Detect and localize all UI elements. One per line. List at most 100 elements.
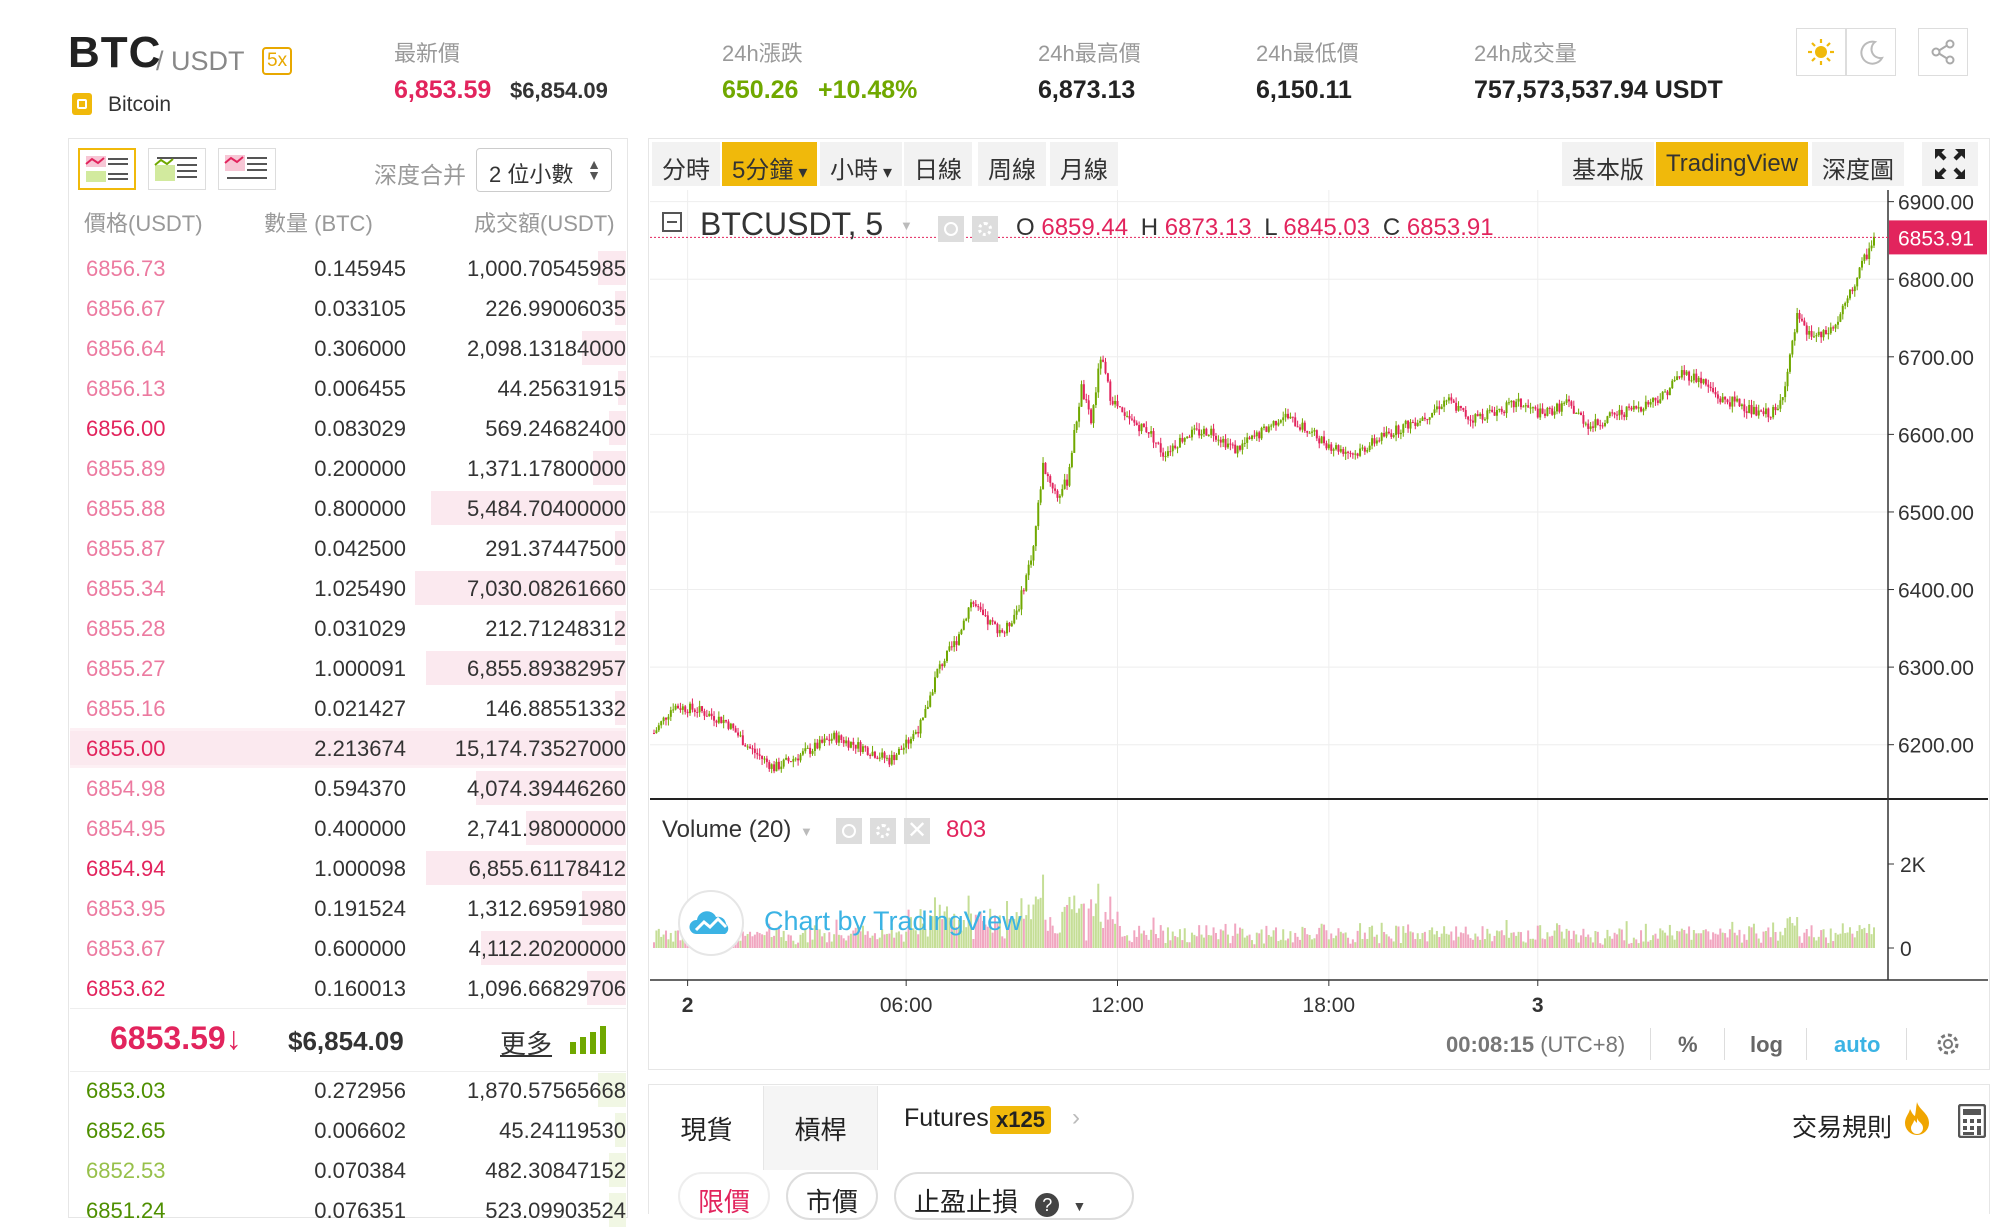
ask-row[interactable]: 6855.27 1.000091 6,855.89382957: [70, 648, 626, 688]
ask-row[interactable]: 6855.88 0.800000 5,484.70400000: [70, 488, 626, 528]
depth-select[interactable]: 2 位小數 ▲ ▼: [476, 148, 612, 192]
volume-bar: [1114, 923, 1117, 948]
tab-futures[interactable]: Futures: [904, 1104, 989, 1133]
trading-rules-link[interactable]: 交易規則: [1792, 1108, 1892, 1144]
candle: [804, 742, 807, 754]
volume-bar: [1769, 937, 1772, 948]
eye-icon[interactable]: [938, 216, 964, 242]
candle: [1558, 399, 1561, 414]
tab-spot[interactable]: 現貨: [650, 1086, 764, 1170]
bid-row[interactable]: 6852.53 0.070384 482.30847152: [70, 1150, 626, 1190]
volume-bar: [1265, 925, 1268, 948]
volume-legend[interactable]: Volume (20): [662, 816, 791, 844]
interval-tab-day[interactable]: 日線: [904, 142, 972, 186]
ask-row[interactable]: 6856.64 0.306000 2,098.13184000: [70, 328, 626, 368]
bid-row[interactable]: 6852.65 0.006602 45.24119530: [70, 1110, 626, 1150]
candle: [1515, 398, 1518, 413]
candle: [960, 628, 963, 636]
ask-row[interactable]: 6855.00 2.213674 15,174.73527000: [70, 728, 626, 768]
dark-theme-button[interactable]: [1846, 28, 1896, 76]
collapse-legend-icon[interactable]: [662, 212, 682, 232]
fullscreen-icon: [1935, 149, 1965, 179]
volume-settings-icon[interactable]: [870, 818, 896, 844]
candle: [945, 650, 948, 664]
interval-tab-hour[interactable]: 小時 ▾: [820, 142, 903, 186]
ask-row[interactable]: 6855.28 0.031029 212.71248312: [70, 608, 626, 648]
symbol-dropdown-icon[interactable]: ▼: [900, 218, 913, 233]
ask-row[interactable]: 6855.87 0.042500 291.37447500: [70, 528, 626, 568]
row-total: 1,371.17800000: [466, 456, 626, 481]
fullscreen-button[interactable]: [1922, 142, 1978, 186]
ask-row[interactable]: 6853.67 0.600000 4,112.20200000: [70, 928, 626, 968]
chevron-down-icon[interactable]: ▼: [1072, 1198, 1086, 1214]
candle: [761, 755, 764, 765]
volume-bar: [1190, 932, 1193, 948]
candle: [1596, 418, 1599, 426]
candle: [1426, 418, 1429, 425]
volume-dropdown-icon[interactable]: ▼: [800, 824, 813, 839]
log-toggle[interactable]: log: [1750, 1032, 1783, 1058]
interval-tab-week[interactable]: 周線: [978, 142, 1046, 186]
settings-small-icon[interactable]: [972, 216, 998, 242]
more-link[interactable]: 更多: [500, 1024, 552, 1061]
ask-row[interactable]: 6855.34 1.025490 7,030.08261660: [70, 568, 626, 608]
ask-row[interactable]: 6853.62 0.160013 1,096.66829706: [70, 968, 626, 1008]
chart-grid: [650, 190, 1888, 980]
volume-bar: [1390, 938, 1393, 948]
volume-close-icon[interactable]: ✕: [904, 818, 930, 844]
volume-bar: [1820, 930, 1823, 948]
ask-row[interactable]: 6853.95 0.191524 1,312.69591980: [70, 888, 626, 928]
candle: [1150, 426, 1153, 438]
tab-margin[interactable]: 槓桿: [764, 1086, 878, 1170]
view-tab-basic[interactable]: 基本版: [1562, 142, 1654, 186]
order-type-stop[interactable]: 止盈止損 ? ▼: [894, 1172, 1134, 1220]
order-type-limit[interactable]: 限價: [678, 1172, 771, 1220]
bid-row[interactable]: 6851.24 0.076351 523.09903524: [70, 1190, 626, 1230]
volume-bar: [1733, 932, 1736, 948]
ask-row[interactable]: 6854.98 0.594370 4,074.39446260: [70, 768, 626, 808]
volume-bar: [1558, 924, 1561, 948]
leverage-badge[interactable]: 5x: [262, 47, 293, 75]
candle: [672, 703, 675, 713]
orderbook-asks-tab[interactable]: [218, 148, 276, 190]
interval-tab-month[interactable]: 月線: [1050, 142, 1118, 186]
interval-tab-5min[interactable]: 5分鐘 ▾: [722, 142, 818, 186]
calculator-icon[interactable]: [1957, 1103, 1987, 1143]
orderbook-both-tab[interactable]: [78, 148, 136, 190]
volume-bar: [797, 942, 800, 948]
candle: [725, 719, 728, 724]
ask-row[interactable]: 6855.89 0.200000 1,371.17800000: [70, 448, 626, 488]
help-icon[interactable]: ?: [1035, 1193, 1060, 1217]
ask-row[interactable]: 6854.95 0.400000 2,741.98000000: [70, 808, 626, 848]
bid-row[interactable]: 6853.03 0.272956 1,870.57565668: [70, 1070, 626, 1110]
chart-settings-button[interactable]: [1934, 1030, 1962, 1063]
candle: [1829, 322, 1832, 335]
row-price: 6855.00: [86, 736, 166, 761]
ask-row[interactable]: 6856.00 0.083029 569.24682400: [70, 408, 626, 448]
tradingview-watermark[interactable]: Chart by TradingView: [764, 906, 1022, 937]
ask-row[interactable]: 6854.94 1.000098 6,855.61178412: [70, 848, 626, 888]
orderbook-bids-tab[interactable]: [148, 148, 206, 190]
ask-row[interactable]: 6856.73 0.145945 1,000.70545985: [70, 248, 626, 288]
order-type-market[interactable]: 市價: [786, 1172, 879, 1220]
price-chart[interactable]: 6900.00 6800.00 6700.00 6600.00 6500.00 6400.…: [650, 190, 1988, 1028]
share-button[interactable]: [1918, 28, 1968, 76]
auto-toggle[interactable]: auto: [1834, 1032, 1880, 1058]
interval-tab-time[interactable]: 分時: [652, 142, 720, 186]
candle: [1411, 419, 1414, 424]
candle: [1580, 411, 1583, 416]
ask-row[interactable]: 6856.67 0.033105 226.99006035: [70, 288, 626, 328]
candle: [1762, 407, 1765, 417]
clock-time: 00:08:15: [1446, 1032, 1535, 1057]
view-tab-depth[interactable]: 深度圖: [1812, 142, 1904, 186]
view-tab-tradingview[interactable]: TradingView: [1656, 142, 1809, 186]
light-theme-button[interactable]: [1796, 28, 1846, 76]
legend-symbol[interactable]: BTCUSDT, 5: [700, 206, 883, 243]
percent-toggle[interactable]: %: [1678, 1032, 1698, 1058]
row-price: 6853.67: [86, 936, 166, 961]
candle: [777, 757, 780, 771]
volume-bar: [1330, 933, 1333, 948]
ask-row[interactable]: 6856.13 0.006455 44.25631915: [70, 368, 626, 408]
ask-row[interactable]: 6855.16 0.021427 146.88551332: [70, 688, 626, 728]
volume-eye-icon[interactable]: [836, 818, 862, 844]
